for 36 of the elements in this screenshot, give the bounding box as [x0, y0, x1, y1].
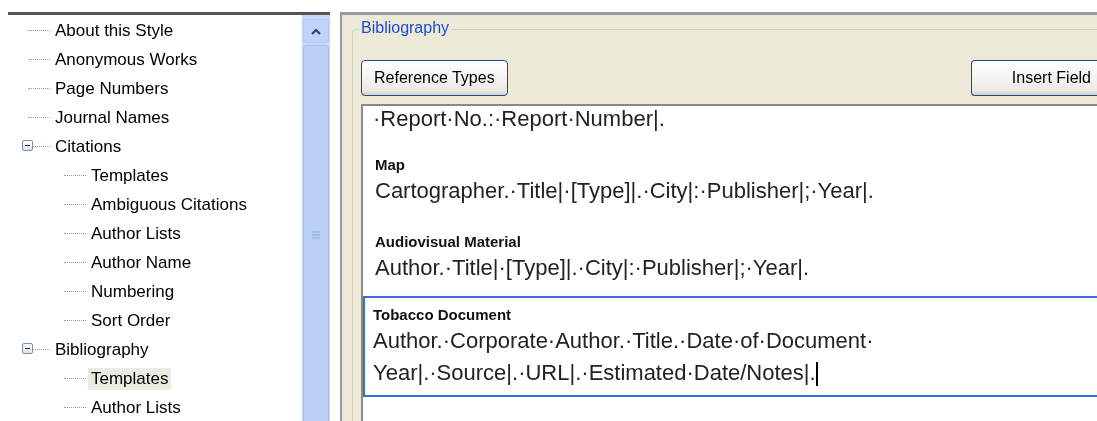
- scrollbar[interactable]: [301, 15, 330, 421]
- text-cursor: [815, 362, 818, 387]
- template-text: Author.·Corporate·Author.·Title.·Date·of·Document·: [373, 327, 875, 355]
- scroll-up-button[interactable]: [303, 19, 329, 43]
- template-text: Year|.·Source|.·URL|.·Estimated·Date/Notes|.: [373, 359, 819, 389]
- reference-types-button[interactable]: Reference Types: [361, 60, 508, 96]
- tree-item[interactable]: Bibliography: [52, 338, 152, 361]
- group-title: Bibliography: [359, 19, 452, 37]
- tree-item[interactable]: Author Lists: [88, 222, 184, 245]
- tree-item[interactable]: Journal Names: [52, 106, 173, 129]
- reference-type-name: Audiovisual Material: [375, 233, 522, 250]
- tree-item[interactable]: Sort Order: [88, 309, 174, 332]
- tree-item[interactable]: Citations: [52, 135, 125, 158]
- reference-type-name: Map: [375, 156, 406, 173]
- tree-item[interactable]: Author Name: [88, 251, 195, 274]
- template-entry[interactable]: Audiovisual Material Author.·Title|·[Type]|.·City|:·Publisher|;·Year|.: [363, 231, 1097, 286]
- template-editor[interactable]: [361, 104, 1097, 421]
- collapse-icon[interactable]: [22, 140, 33, 151]
- selected-template[interactable]: Tobacco Document Author.·Corporate·Author.·Title.·Date·of·Document· Year|.·Source|.·URL|.·Estimated·Date/Notes|.: [363, 296, 1097, 397]
- template-text: Cartographer.·Title|·[Type]|.·City|:·Publisher|;·Year|.: [375, 177, 875, 205]
- template-entry[interactable]: Map Cartographer.·Title|·[Type]|.·City|:·Publisher|;·Year|.: [363, 154, 1097, 209]
- template-text: Author.·Title|·[Type]|.·City|:·Publisher|;·Year|.: [375, 254, 811, 282]
- template-text: ·Report·No.:·Report·Number|.: [372, 106, 666, 132]
- tree-item[interactable]: Ambiguous Citations: [88, 193, 250, 216]
- tree-item[interactable]: Page Numbers: [52, 77, 172, 100]
- tree-item[interactable]: Anonymous Works: [52, 48, 201, 71]
- scroll-thumb[interactable]: [303, 45, 329, 421]
- tree-item[interactable]: Templates: [88, 367, 172, 390]
- tree-item[interactable]: Templates: [88, 164, 172, 187]
- tree-item[interactable]: About this Style: [52, 19, 177, 42]
- insert-field-button[interactable]: Insert Field: [970, 60, 1097, 96]
- chevron-up-icon: [311, 27, 321, 35]
- tree-item[interactable]: Author Lists: [88, 396, 184, 419]
- reference-type-name: Tobacco Document: [373, 306, 513, 323]
- collapse-icon[interactable]: [22, 343, 33, 354]
- tree-item[interactable]: Numbering: [88, 280, 178, 303]
